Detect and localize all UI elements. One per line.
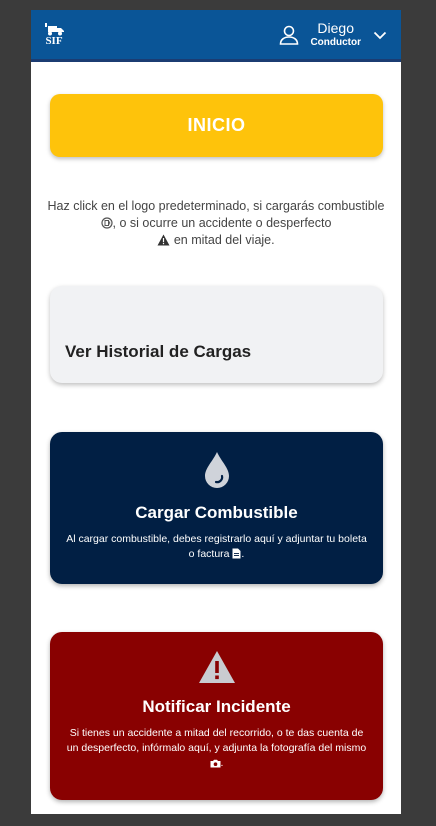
instructions-part1: Haz click en el logo predeterminado, si … (47, 199, 385, 213)
warning-icon (198, 651, 235, 683)
app-logo[interactable]: SIF (43, 22, 65, 47)
fuel-card-description: Al cargar combustible, debes registrarlo… (64, 532, 369, 562)
user-menu[interactable]: Diego Conductor (278, 20, 387, 49)
user-role: Conductor (310, 37, 361, 48)
fuel-card[interactable]: Cargar Combustible Al cargar combustible… (50, 432, 383, 584)
top-bar: SIF Diego Conductor (31, 10, 401, 62)
incident-card-description-text: Si tienes un accidente a mitad del recor… (66, 727, 367, 754)
user-name: Diego (317, 20, 355, 36)
drop-icon (204, 452, 229, 488)
incident-card-title: Notificar Incidente (142, 697, 291, 716)
user-icon (280, 25, 299, 45)
warning-icon (157, 234, 170, 246)
fuel-card-description-text: Al cargar combustible, debes registrarlo… (66, 533, 367, 560)
truck-icon (45, 23, 64, 36)
fuel-card-description-end: . (241, 548, 245, 560)
user-info: Diego Conductor (310, 20, 361, 49)
instructions-part3: en mitad del viaje. (173, 233, 275, 247)
chevron-down-icon[interactable] (373, 30, 387, 40)
incident-card[interactable]: Notificar Incidente Si tienes un acciden… (50, 632, 383, 800)
inicio-button[interactable]: INICIO (50, 94, 383, 157)
fuel-card-title: Cargar Combustible (135, 503, 298, 522)
history-card[interactable]: Ver Historial de Cargas (50, 286, 383, 383)
camera-icon (210, 759, 221, 768)
logo-text: SIF (45, 35, 63, 47)
fuel-pump-icon (100, 217, 113, 229)
instructions-text: Haz click en el logo predeterminado, si … (45, 198, 387, 249)
app-screen: SIF Diego Conductor INICIO Haz click en … (31, 10, 401, 814)
instructions-part2: , o si ocurre un accidente o desperfecto (112, 216, 332, 230)
incident-card-description: Si tienes un accidente a mitad del recor… (64, 726, 369, 771)
history-card-title: Ver Historial de Cargas (65, 342, 252, 361)
incident-card-description-end: . (220, 757, 224, 769)
